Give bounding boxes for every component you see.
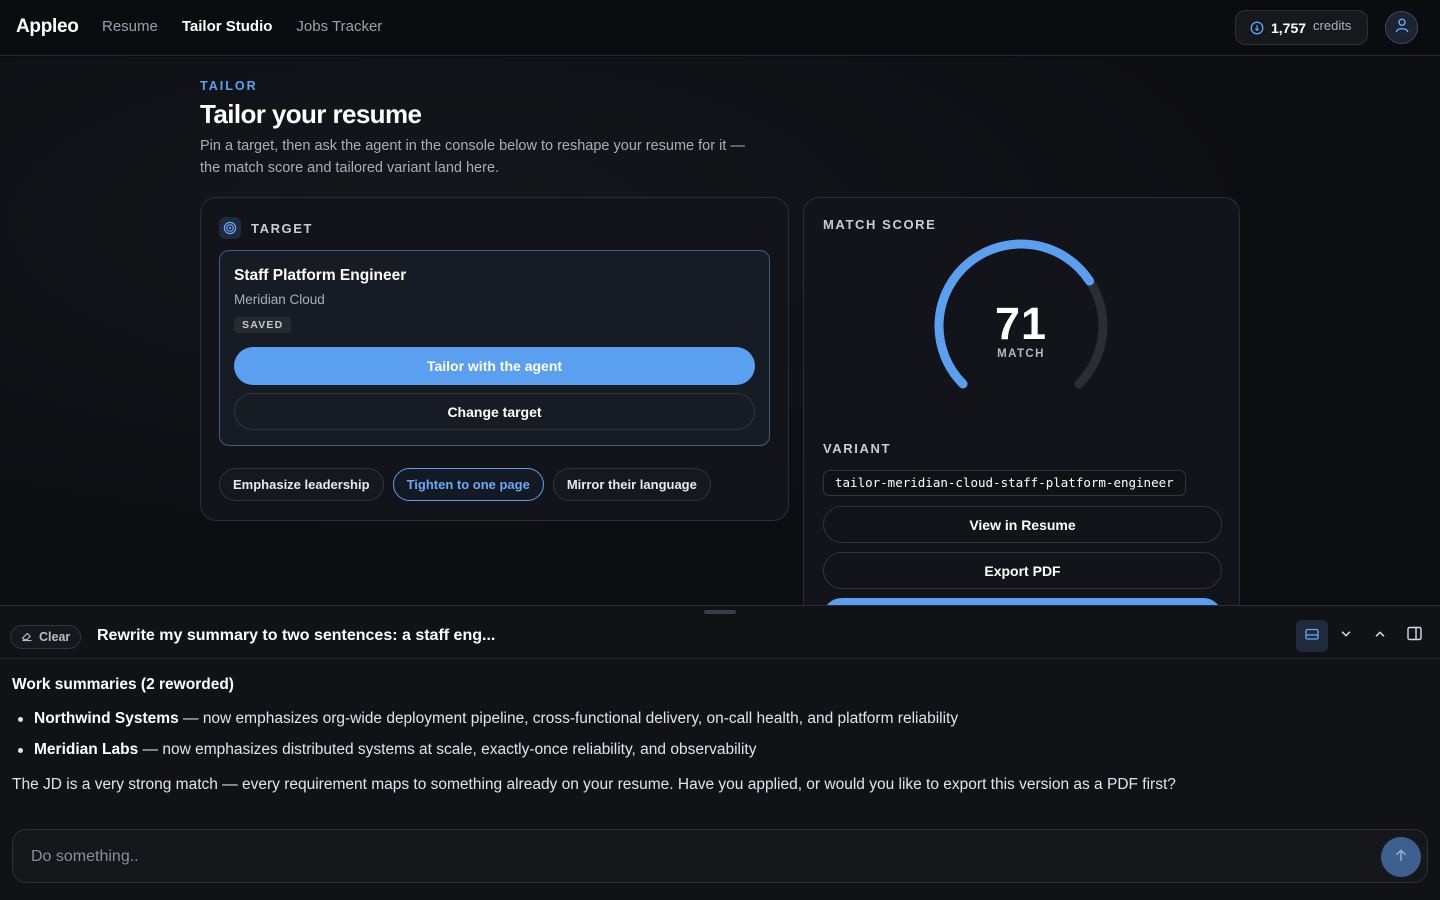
response-list: Northwind Systems — now emphasizes org-w… xyxy=(12,709,1422,759)
variant-id: tailor-meridian-cloud-staff-platform-eng… xyxy=(823,470,1186,496)
console-toolbar: Clear Rewrite my summary to two sentence… xyxy=(0,618,1440,659)
cropped-primary-button[interactable] xyxy=(823,598,1222,605)
view-in-resume-button[interactable]: View in Resume xyxy=(823,506,1222,543)
nav-link-resume[interactable]: Resume xyxy=(102,18,158,35)
page-eyebrow: TAILOR xyxy=(200,79,258,93)
match-score-header: MATCH SCORE xyxy=(823,217,936,232)
clear-button[interactable]: Clear xyxy=(10,625,82,649)
nav-link-jobs-tracker[interactable]: Jobs Tracker xyxy=(296,18,382,35)
page-title: Tailor your resume xyxy=(200,99,422,129)
coin-icon xyxy=(1250,20,1264,35)
nav-links: Resume Tailor Studio Jobs Tracker xyxy=(102,18,382,35)
change-target-button[interactable]: Change target xyxy=(234,393,755,430)
dock-bottom-button[interactable] xyxy=(1296,620,1328,652)
page-description: Pin a target, then ask the agent in the … xyxy=(200,138,745,176)
credits-label: credits xyxy=(1313,18,1352,33)
tailor-studio-main: TAILOR Tailor your resume Pin a target, … xyxy=(0,57,1440,605)
agent-response: Work summaries (2 reworded) Northwind Sy… xyxy=(12,676,1422,794)
collapse-console-button[interactable] xyxy=(1330,620,1362,652)
credits-badge[interactable]: 1,757 credits xyxy=(1235,10,1368,45)
list-item: Northwind Systems — now emphasizes org-w… xyxy=(12,709,1422,728)
console-resize-handle[interactable] xyxy=(704,610,736,614)
top-nav: Appleo Resume Tailor Studio Jobs Tracker… xyxy=(0,0,1440,56)
send-button[interactable] xyxy=(1381,837,1421,877)
console-title: Rewrite my summary to two sentences: a s… xyxy=(97,627,496,644)
chip-tighten-to-one-page[interactable]: Tighten to one page xyxy=(392,468,544,501)
match-score-card: MATCH SCORE 71 MATCH VARIANT tailor-meri… xyxy=(803,197,1240,605)
target-job-box: Staff Platform Engineer Meridian Cloud S… xyxy=(219,250,770,446)
list-item-company: Northwind Systems xyxy=(34,710,179,727)
target-label: TARGET xyxy=(251,220,314,236)
clear-label: Clear xyxy=(39,630,71,644)
expand-console-button[interactable] xyxy=(1364,620,1396,652)
list-item-text: — now emphasizes org-wide deployment pip… xyxy=(178,710,959,727)
list-item-text: — now emphasizes distributed systems at … xyxy=(138,741,757,758)
agent-console: Clear Rewrite my summary to two sentence… xyxy=(0,605,1440,900)
status-badge: SAVED xyxy=(234,317,292,333)
match-score-label: MATCH SCORE xyxy=(823,217,937,232)
target-job-title: Staff Platform Engineer xyxy=(234,267,407,284)
target-company: Meridian Cloud xyxy=(234,292,325,307)
panel-bottom-icon xyxy=(1304,626,1320,647)
dock-right-button[interactable] xyxy=(1398,620,1430,652)
suggestion-chips: Emphasize leadership Tighten to one page… xyxy=(219,468,711,501)
panel-right-icon xyxy=(1406,625,1423,647)
brand-logo[interactable]: Appleo xyxy=(16,16,79,38)
chat-input-box xyxy=(12,829,1428,883)
response-heading: Work summaries (2 reworded) xyxy=(12,676,234,693)
match-score-value: 71 xyxy=(994,298,1048,349)
chevron-up-icon xyxy=(1373,627,1387,646)
target-header: TARGET xyxy=(219,217,313,239)
target-card: TARGET Staff Platform Engineer Meridian … xyxy=(200,197,789,521)
match-score-caption: MATCH xyxy=(997,348,1045,360)
chat-input[interactable] xyxy=(31,844,1361,870)
target-icon xyxy=(219,217,241,239)
response-footer: The JD is a very strong match — every re… xyxy=(12,776,1176,793)
user-icon xyxy=(1394,17,1410,38)
export-pdf-button[interactable]: Export PDF xyxy=(823,552,1222,589)
variant-label: VARIANT xyxy=(823,441,892,456)
chip-emphasize-leadership[interactable]: Emphasize leadership xyxy=(219,468,384,501)
list-item-company: Meridian Labs xyxy=(34,741,139,758)
eraser-icon xyxy=(21,630,33,645)
nav-link-tailor-studio[interactable]: Tailor Studio xyxy=(182,18,273,35)
list-item: Meridian Labs — now emphasizes distribut… xyxy=(12,740,1422,759)
credits-value: 1,757 xyxy=(1271,19,1307,36)
arrow-up-icon xyxy=(1393,847,1409,868)
tailor-with-agent-button[interactable]: Tailor with the agent xyxy=(234,347,755,385)
avatar[interactable] xyxy=(1385,11,1418,44)
chip-mirror-their-language[interactable]: Mirror their language xyxy=(552,468,711,501)
chevron-down-icon xyxy=(1339,627,1353,646)
